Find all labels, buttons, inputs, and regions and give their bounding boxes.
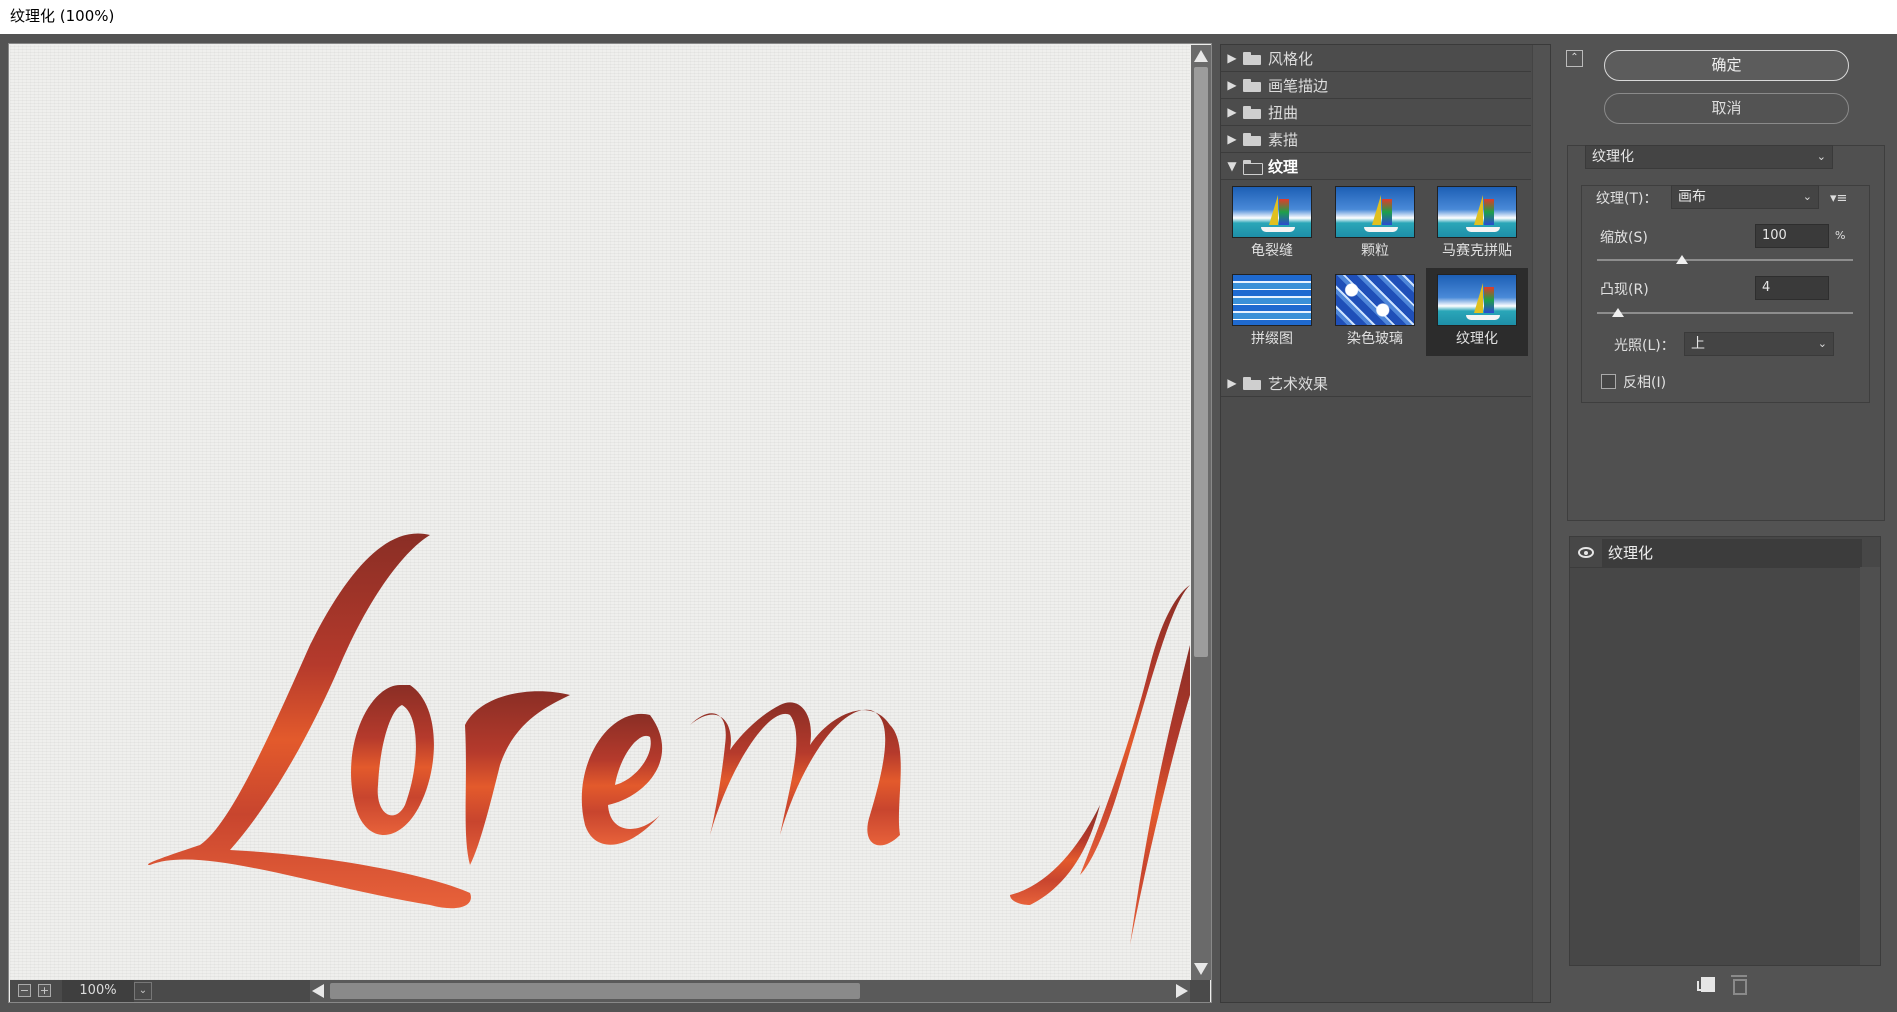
invert-checkbox[interactable] [1601, 374, 1616, 389]
filter-label: 染色玻璃 [1347, 331, 1403, 347]
preview-panel: − + 100% ⌄ [8, 43, 1212, 1003]
relief-input[interactable]: 4 [1755, 276, 1829, 300]
folder-open-icon [1243, 159, 1263, 175]
effect-layer-name[interactable]: 纹理化 [1602, 539, 1862, 567]
relief-slider-track[interactable] [1597, 312, 1853, 314]
texture-label: 纹理(T)： [1596, 191, 1658, 207]
filter-label: 马赛克拼贴 [1442, 243, 1512, 259]
filter-label: 纹理化 [1456, 331, 1498, 347]
lettering-artwork [148, 533, 1190, 945]
cancel-button[interactable]: 取消 [1604, 93, 1849, 124]
filter-preview-image [1335, 274, 1415, 326]
folder-icon [1243, 132, 1261, 146]
folder-icon [1243, 78, 1261, 92]
effect-layer-row[interactable]: 纹理化 [1572, 539, 1862, 567]
filter-preview-image [1437, 274, 1517, 326]
scroll-left-arrow-icon[interactable] [312, 984, 324, 998]
texture-filter-thumbnails: 龟裂缝 颗粒 马赛克拼贴 拼缀图 染色玻璃 纹理化 [1221, 180, 1531, 380]
scroll-down-arrow-icon[interactable] [1194, 963, 1208, 975]
filter-label: 颗粒 [1361, 243, 1389, 259]
expand-triangle-icon[interactable]: ▶ [1221, 376, 1243, 390]
filter-preview-image [1232, 186, 1312, 238]
filter-patchwork[interactable]: 拼缀图 [1221, 268, 1323, 356]
filter-preview-image [1335, 186, 1415, 238]
gallery-scrollbar[interactable] [1532, 45, 1550, 1002]
category-label: 艺术效果 [1268, 374, 1329, 393]
filter-grain[interactable]: 颗粒 [1324, 180, 1426, 268]
chevron-down-icon: ⌄ [1816, 150, 1826, 163]
scroll-up-arrow-icon[interactable] [1194, 50, 1208, 62]
filter-select-value: 纹理化 [1592, 149, 1634, 165]
expand-triangle-icon[interactable]: ▶ [1221, 132, 1243, 146]
filter-stained-glass[interactable]: 染色玻璃 [1324, 268, 1426, 356]
filter-select[interactable]: 纹理化 ⌄ [1585, 145, 1833, 169]
collapse-triangle-icon[interactable]: ▼ [1221, 159, 1243, 173]
layers-scrollbar[interactable] [1860, 567, 1880, 965]
layers-divider [1570, 567, 1860, 568]
filter-mosaic-tiles[interactable]: 马赛克拼贴 [1426, 180, 1528, 268]
category-label: 画笔描边 [1268, 76, 1329, 95]
delete-effect-layer-icon[interactable] [1731, 975, 1747, 995]
texture-menu-icon[interactable]: ▾≡ [1830, 191, 1847, 206]
category-brush-strokes[interactable]: ▶ 画笔描边 [1221, 72, 1531, 99]
effect-layers-panel: 纹理化 [1569, 536, 1881, 966]
filter-label: 拼缀图 [1251, 331, 1293, 347]
filter-craquelure[interactable]: 龟裂缝 [1221, 180, 1323, 268]
chevron-down-icon: ⌄ [1802, 190, 1812, 203]
category-distort[interactable]: ▶ 扭曲 [1221, 99, 1531, 126]
category-sketch[interactable]: ▶ 素描 [1221, 126, 1531, 153]
filter-preview-image [1232, 274, 1312, 326]
horizontal-scroll-thumb[interactable] [330, 983, 860, 999]
collapse-gallery-icon[interactable]: ⌃ [1566, 50, 1583, 67]
texture-select-value: 画布 [1678, 189, 1706, 205]
folder-icon [1243, 376, 1261, 390]
light-select-value: 上 [1691, 336, 1705, 352]
invert-label: 反相(I) [1623, 375, 1667, 391]
scale-input[interactable]: 100 [1755, 224, 1829, 248]
filter-preview-image [1437, 186, 1517, 238]
zoom-in-button[interactable]: + [38, 984, 51, 997]
category-artistic[interactable]: ▶ 艺术效果 [1221, 370, 1531, 397]
texture-select[interactable]: 画布 ⌄ [1671, 185, 1819, 209]
category-label: 纹理 [1268, 157, 1299, 176]
preview-horizontal-scrollbar[interactable] [310, 980, 1190, 1002]
zoom-out-button[interactable]: − [18, 984, 31, 997]
new-effect-layer-icon[interactable] [1697, 977, 1715, 992]
filter-label: 龟裂缝 [1251, 243, 1293, 259]
expand-triangle-icon[interactable]: ▶ [1221, 51, 1243, 65]
category-texture[interactable]: ▼ 纹理 [1221, 153, 1531, 180]
category-label: 扭曲 [1268, 103, 1299, 122]
expand-triangle-icon[interactable]: ▶ [1221, 78, 1243, 92]
zoom-dropdown-chevron-icon[interactable]: ⌄ [134, 982, 152, 1000]
folder-icon [1243, 105, 1261, 119]
category-label: 素描 [1268, 130, 1299, 149]
chevron-down-icon: ⌄ [1817, 337, 1827, 350]
scroll-right-arrow-icon[interactable] [1176, 984, 1188, 998]
expand-triangle-icon[interactable]: ▶ [1221, 105, 1243, 119]
scale-unit: % [1835, 229, 1846, 242]
preview-canvas[interactable] [10, 45, 1190, 980]
window-title: 纹理化 (100%) [0, 0, 1897, 34]
relief-label: 凸现(R) [1600, 282, 1649, 298]
light-select[interactable]: 上 ⌄ [1684, 332, 1834, 356]
category-label: 风格化 [1268, 49, 1314, 68]
filter-texturizer[interactable]: 纹理化 [1426, 268, 1528, 356]
light-label: 光照(L)： [1614, 338, 1675, 354]
filter-gallery: ▶ 风格化 ▶ 画笔描边 ▶ 扭曲 ▶ 素描 ▼ 纹理 龟裂缝 颗粒 马赛克拼贴 [1220, 44, 1551, 1003]
preview-vertical-scrollbar[interactable] [1191, 45, 1211, 980]
preview-statusbar: − + 100% ⌄ [10, 980, 1210, 1002]
category-stylize[interactable]: ▶ 风格化 [1221, 45, 1531, 72]
vertical-scroll-thumb[interactable] [1194, 67, 1208, 657]
scale-slider-track[interactable] [1597, 259, 1853, 261]
scale-label: 缩放(S) [1600, 230, 1648, 246]
folder-icon [1243, 51, 1261, 65]
relief-slider-knob[interactable] [1612, 308, 1624, 317]
zoom-level[interactable]: 100% [62, 980, 134, 1002]
visibility-eye-icon[interactable] [1578, 547, 1594, 558]
scale-slider-knob[interactable] [1676, 255, 1688, 264]
ok-button[interactable]: 确定 [1604, 50, 1849, 81]
